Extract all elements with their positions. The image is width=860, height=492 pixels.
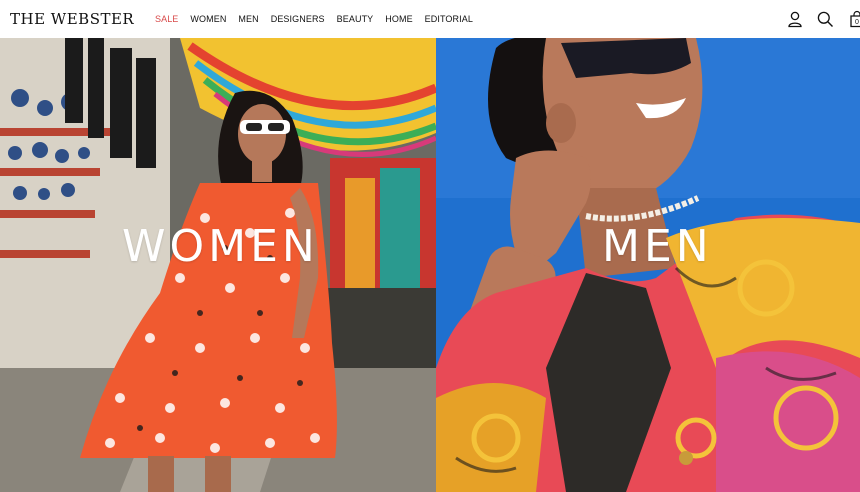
hero-men[interactable]: MEN xyxy=(436,38,860,492)
nav-item-women[interactable]: WOMEN xyxy=(190,12,226,26)
site-header: THE WEBSTER SALE WOMEN MEN DESIGNERS BEA… xyxy=(0,0,860,38)
main-nav: SALE WOMEN MEN DESIGNERS BEAUTY HOME EDI… xyxy=(155,12,485,26)
women-hero-label[interactable]: WOMEN xyxy=(122,222,319,272)
nav-item-beauty[interactable]: BEAUTY xyxy=(337,12,374,26)
shopping-bag-icon[interactable]: 0 xyxy=(848,10,860,28)
account-icon[interactable] xyxy=(786,10,804,28)
site-logo[interactable]: THE WEBSTER xyxy=(10,9,134,29)
nav-item-designers[interactable]: DESIGNERS xyxy=(271,12,325,26)
men-hero-label[interactable]: MEN xyxy=(602,222,713,272)
nav-item-home[interactable]: HOME xyxy=(385,12,412,26)
cart-count: 0 xyxy=(855,19,859,26)
nav-item-men[interactable]: MEN xyxy=(238,12,258,26)
nav-item-sale[interactable]: SALE xyxy=(155,12,178,26)
search-icon[interactable] xyxy=(816,10,834,28)
hero-women[interactable]: WOMEN xyxy=(0,38,436,492)
nav-item-editorial[interactable]: EDITORIAL xyxy=(425,12,473,26)
